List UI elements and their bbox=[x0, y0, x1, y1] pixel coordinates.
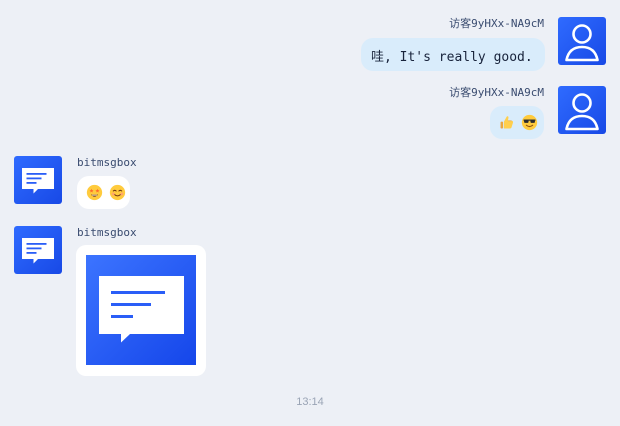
sender-name: 访客9yHXx-NA9cM bbox=[449, 86, 544, 99]
visitor-avatar[interactable] bbox=[558, 86, 606, 134]
sender-name: bitmsgbox bbox=[77, 226, 137, 239]
visitor-avatar[interactable] bbox=[558, 17, 606, 65]
message-image[interactable] bbox=[86, 255, 196, 365]
smiling-face-with-sunglasses-icon bbox=[521, 114, 538, 131]
bot-avatar[interactable] bbox=[14, 156, 62, 204]
message-text: 哇, It's really good. bbox=[371, 50, 533, 65]
message-bubble[interactable]: 哇, It's really good. bbox=[361, 38, 545, 71]
star-struck-icon bbox=[86, 184, 103, 201]
message-icon bbox=[99, 276, 184, 343]
message-bubble[interactable] bbox=[490, 106, 544, 139]
message-icon bbox=[22, 238, 54, 264]
bot-avatar[interactable] bbox=[14, 226, 62, 274]
smiling-face-icon bbox=[109, 184, 126, 201]
image-message[interactable] bbox=[76, 245, 206, 376]
thumbs-up-icon bbox=[498, 114, 515, 131]
message-icon bbox=[22, 168, 54, 194]
message-bubble[interactable] bbox=[77, 176, 130, 209]
sender-name: bitmsgbox bbox=[77, 156, 137, 169]
chat-window: 访客9yHXx-NA9cM 哇, It's really good. 访客9yH… bbox=[0, 0, 620, 426]
user-icon bbox=[565, 93, 599, 131]
user-icon bbox=[565, 24, 599, 62]
sender-name: 访客9yHXx-NA9cM bbox=[449, 17, 544, 30]
message-timestamp: 13:14 bbox=[296, 396, 324, 408]
